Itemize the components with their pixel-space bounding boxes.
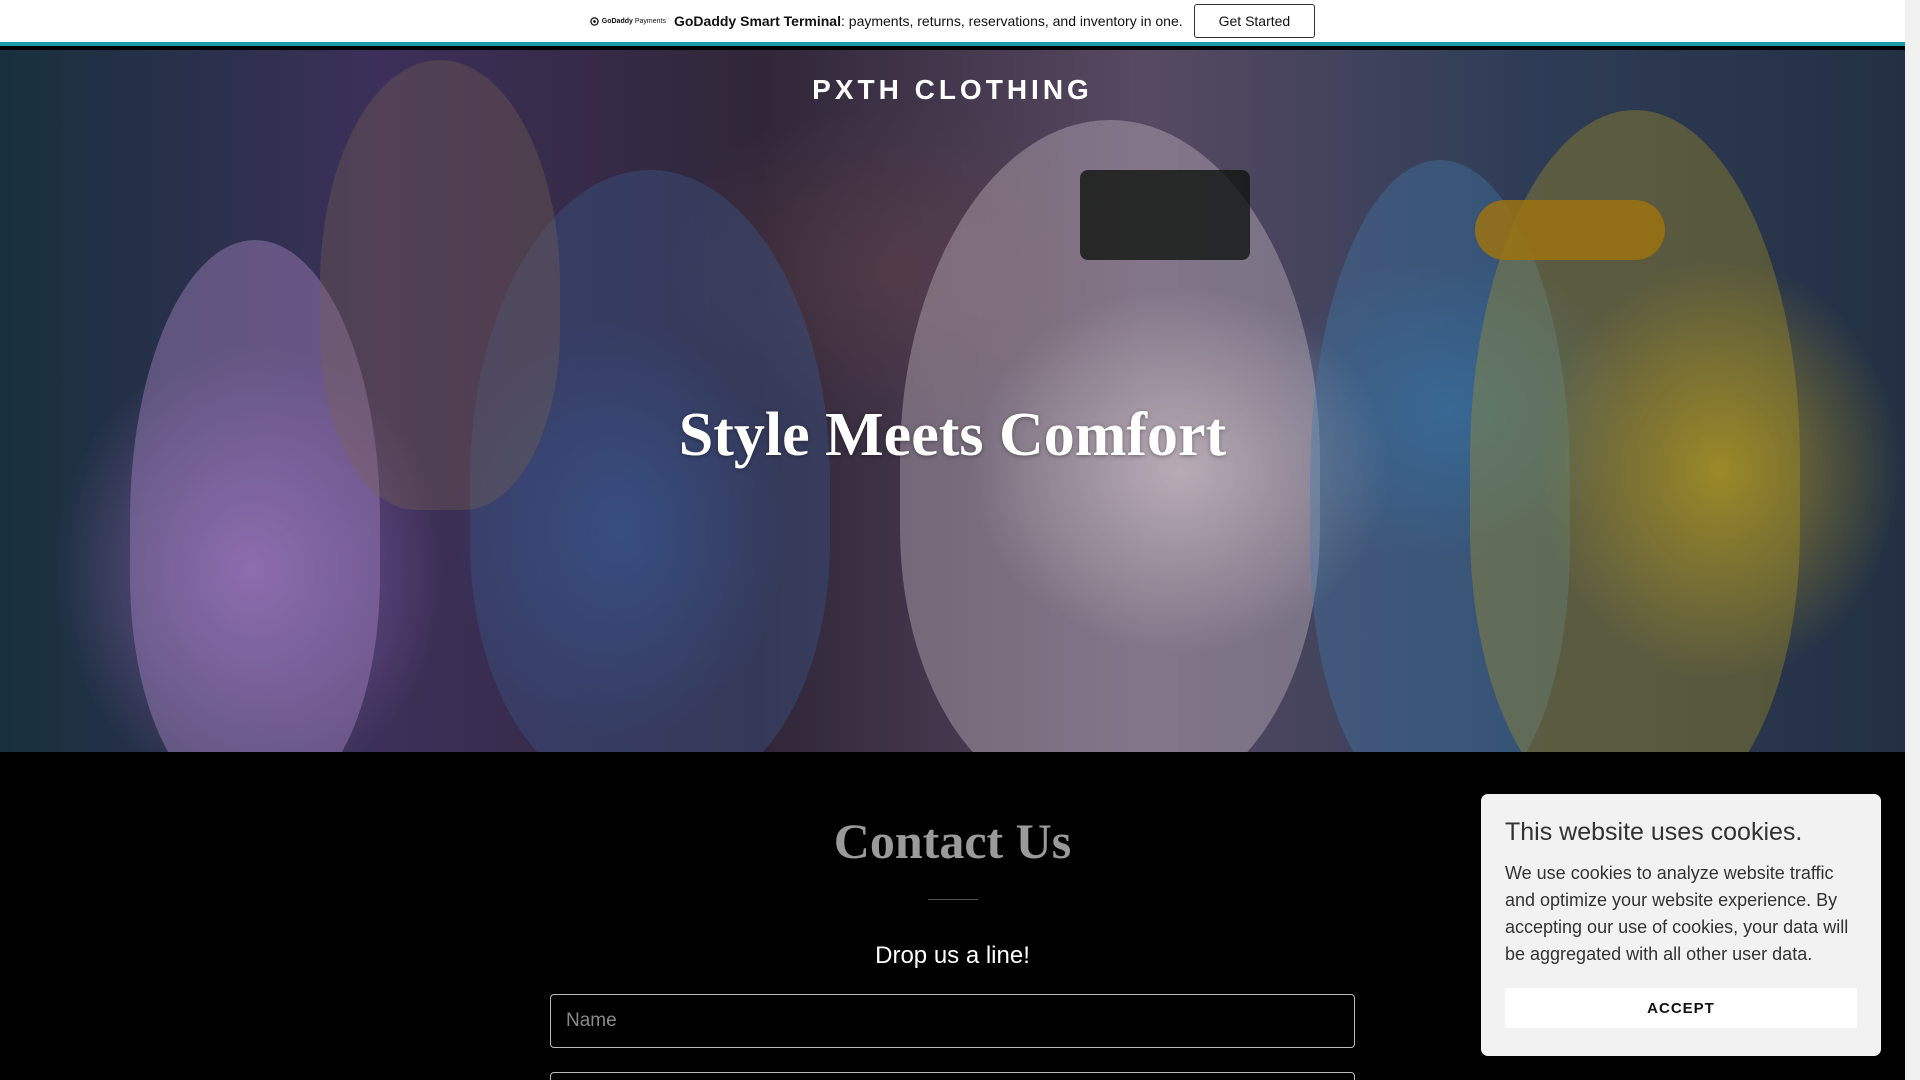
cookie-title: This website uses cookies. — [1505, 818, 1803, 846]
promo-logo-suffix: Payments — [634, 17, 666, 25]
hero-section: PXTH CLOTHING Style Meets Comfort — [0, 50, 1905, 752]
name-input[interactable] — [550, 994, 1355, 1048]
godaddy-logo-icon — [590, 16, 599, 26]
get-started-button[interactable]: Get Started — [1193, 4, 1316, 38]
site-brand[interactable]: PXTH CLOTHING — [0, 74, 1905, 106]
promo-product-name: GoDaddy Smart Terminal — [673, 13, 841, 29]
cookie-message: We use cookies to analyze website traffi… — [1505, 863, 1849, 964]
hero-title: Style Meets Comfort — [678, 401, 1227, 469]
section-divider — [928, 899, 978, 900]
promo-message: GoDaddy Smart Terminal: payments, return… — [674, 13, 1183, 29]
accept-cookies-button[interactable]: ACCEPT — [1505, 988, 1857, 1028]
email-input[interactable] — [550, 1072, 1355, 1080]
promo-banner: GoDaddy Payments GoDaddy Smart Terminal:… — [0, 0, 1905, 46]
cookie-banner: This website uses cookies. We use cookie… — [1481, 794, 1881, 1056]
page: GoDaddy Payments GoDaddy Smart Terminal:… — [0, 0, 1920, 1080]
promo-logo-name: GoDaddy — [601, 17, 633, 25]
godaddy-payments-logo: GoDaddy Payments — [590, 16, 666, 26]
page-scrollbar[interactable] — [1905, 0, 1920, 1080]
promo-description: : payments, returns, reservations, and i… — [841, 13, 1183, 29]
